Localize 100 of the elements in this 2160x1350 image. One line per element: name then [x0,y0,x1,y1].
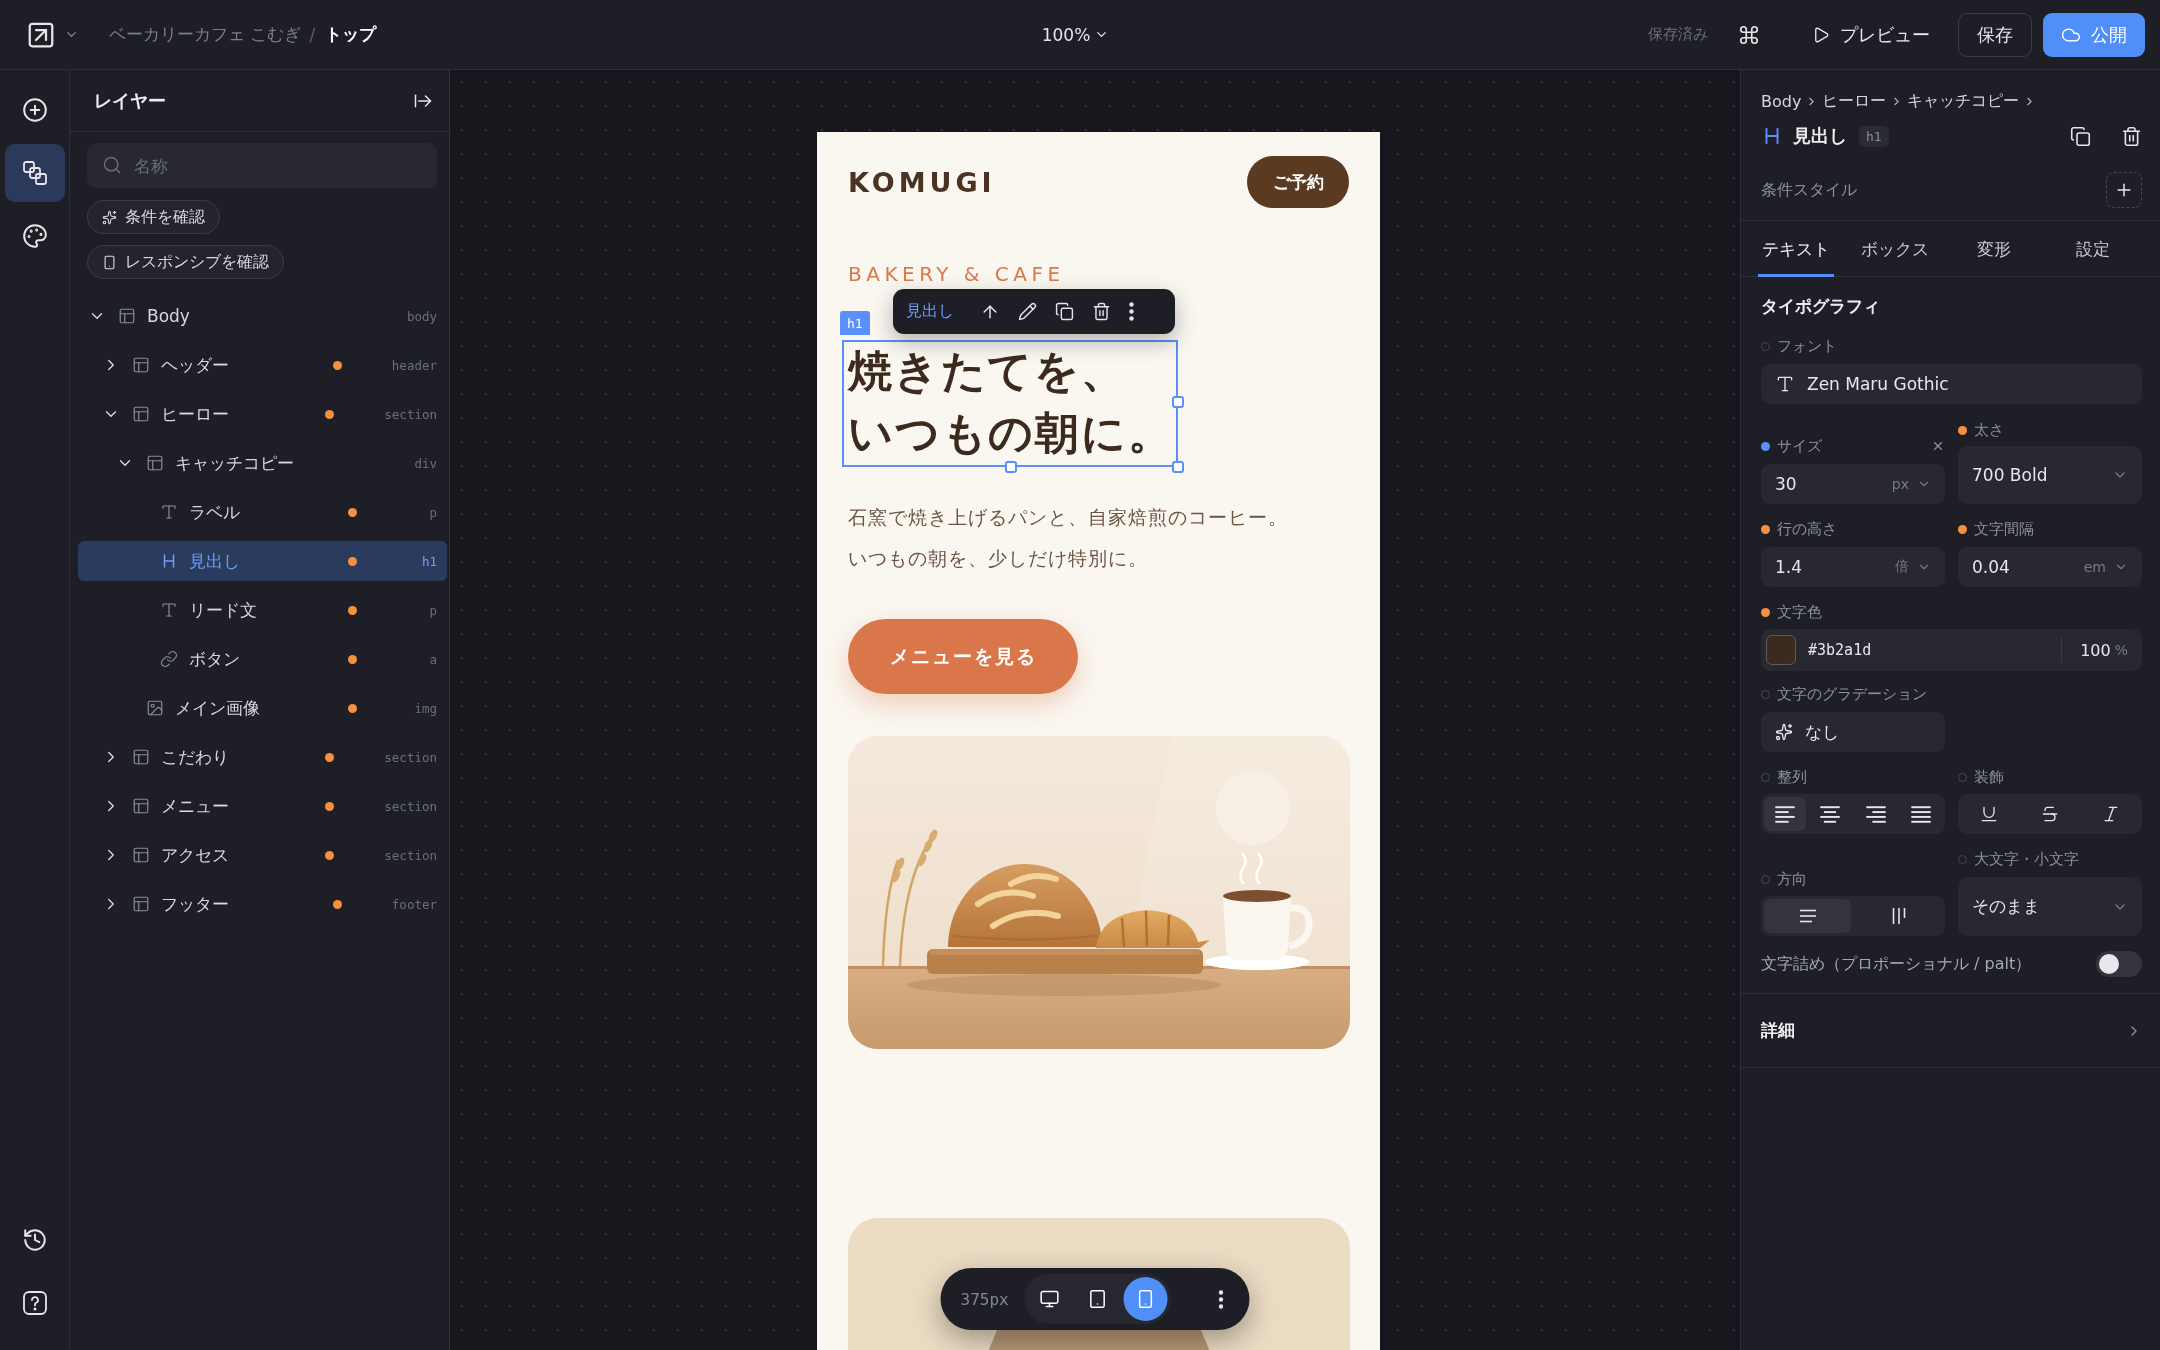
duplicate-button[interactable] [2070,125,2091,147]
layer-name[interactable]: ボタン [189,647,240,671]
layer-name[interactable]: ラベル [189,500,240,524]
width-label: 375px [960,1289,1009,1309]
palt-toggle[interactable] [2096,951,2142,977]
align-justify-icon [1910,805,1933,823]
palette-icon [21,223,48,249]
reserve-button[interactable]: ご予約 [1247,156,1349,208]
property-label: 装飾 [1974,767,2004,787]
element-name: 見出し [1793,124,1847,148]
copy-icon[interactable] [1055,302,1074,321]
command-button[interactable] [1738,23,1760,46]
layout-icon [132,895,150,913]
clear-button[interactable] [1931,439,1945,453]
layout-icon [146,454,164,472]
align-left-icon [1773,805,1796,823]
layer-name[interactable]: こだわり [161,745,229,769]
layer-name[interactable]: ヒーロー [161,402,229,426]
direction-option[interactable] [1764,899,1851,933]
path-link[interactable]: ヒーロー [1822,90,1887,112]
path-link[interactable]: Body [1761,91,1802,111]
layout-icon [132,748,150,766]
hero-heading: 焼きたてを、 いつもの朝に。 [848,344,1174,460]
history-icon [21,1227,48,1253]
link-icon [160,650,178,668]
breadcrumb-separator: / [309,24,316,45]
search-icon [102,155,122,175]
panel-title: レイヤー [94,88,166,113]
color-field[interactable]: #3b2a1d 100 % [1761,629,2142,671]
phone-button[interactable] [1123,1277,1168,1321]
close-icon [1931,439,1945,453]
property-label: 大文字・小文字 [1974,849,2079,869]
layer-name[interactable]: フッター [161,892,229,916]
layer-name[interactable]: リード文 [189,598,257,622]
size-field[interactable]: 30 px [1761,464,1945,504]
letter-spacing-field[interactable]: 0.04 em [1958,547,2142,587]
inspector-tab[interactable]: テキスト [1758,221,1835,277]
layer-name[interactable]: メニュー [161,794,229,818]
text-icon [160,601,178,619]
layer-tag: body [406,308,437,324]
property-label: フォント [1777,336,1837,356]
breadcrumb-link[interactable]: トップ [325,23,377,46]
layer-tag: p [407,602,437,618]
site-logo: KOMUGI [848,166,996,198]
property-label: 方向 [1777,869,1807,889]
case-select[interactable]: そのまま [1958,877,2142,936]
layout-icon [132,356,150,374]
sparkle-icon [102,209,117,225]
layer-tag: img [407,700,437,716]
layers-button[interactable] [4,144,65,202]
layer-tag: p [407,504,437,520]
inspector-tab[interactable]: 設定 [2071,221,2114,277]
check-conditions-chip[interactable]: 条件を確認 [87,200,220,234]
layer-tag: section [384,798,437,814]
weight-select[interactable]: 700 Bold [1958,446,2142,504]
layer-name[interactable]: アクセス [161,843,229,867]
search-field[interactable]: 名称 [87,143,437,188]
add-condition-button[interactable] [2106,172,2142,208]
resize-handle[interactable] [1172,396,1185,408]
save-button[interactable]: 保存 [1958,12,2032,57]
resize-handle[interactable] [1004,461,1017,473]
sparkle-icon [1775,723,1793,741]
element-name: 見出し [906,301,954,322]
path-link[interactable]: キャッチコピー [1907,90,2020,112]
more-icon[interactable] [1218,1289,1224,1309]
align-center-icon [1819,805,1842,823]
lead-paragraph: 石窯で焼き上げるパンと、自家焙煎のコーヒー。 いつもの朝を、少しだけ特別に。 [848,505,1289,571]
check-responsive-chip[interactable]: レスポンシブを確認 [87,245,284,279]
horizontal-lines-icon [1798,909,1817,923]
opacity-field[interactable]: 100 % [2061,637,2128,663]
font-select[interactable]: Zen Maru Gothic [1761,364,2142,404]
trash-icon[interactable] [1092,302,1111,321]
more-icon[interactable] [1129,302,1134,321]
color-swatch-icon [1766,635,1796,665]
layer-name[interactable]: Body [147,306,190,326]
layer-name[interactable]: キャッチコピー [175,451,294,475]
text-icon [160,503,178,521]
property-label: 行の高さ [1777,519,1837,539]
pencil-icon[interactable] [1018,302,1037,321]
eyebrow-text: BAKERY & CAFE [848,262,1066,286]
layer-name[interactable]: メイン画像 [175,696,260,720]
gradient-select[interactable]: なし [1761,712,1945,752]
line-height-field[interactable]: 1.4 倍 [1761,547,1945,587]
preview-button[interactable]: プレビュー [1792,13,1950,56]
help-icon [21,1290,48,1316]
align-option[interactable] [1764,797,1806,831]
resize-handle[interactable] [1172,461,1185,473]
save-status: 保存済み [1648,25,1708,44]
zoom-dropdown[interactable]: 100% [1041,24,1110,45]
add-icon [21,97,48,123]
inspector-tab[interactable]: 変形 [1972,221,2015,277]
layer-name[interactable]: 見出し [189,549,240,573]
layer-name[interactable]: ヘッダー [161,353,229,377]
delete-button[interactable] [2121,125,2142,147]
inspector-tab[interactable]: ボックス [1857,221,1934,277]
layers-icon [21,160,48,186]
breadcrumb-link[interactable]: ベーカリーカフェ こむぎ [109,23,302,46]
details-row[interactable]: 詳細 [1741,993,2160,1068]
layer-tag: a [407,651,437,667]
copy-icon [2070,125,2091,147]
